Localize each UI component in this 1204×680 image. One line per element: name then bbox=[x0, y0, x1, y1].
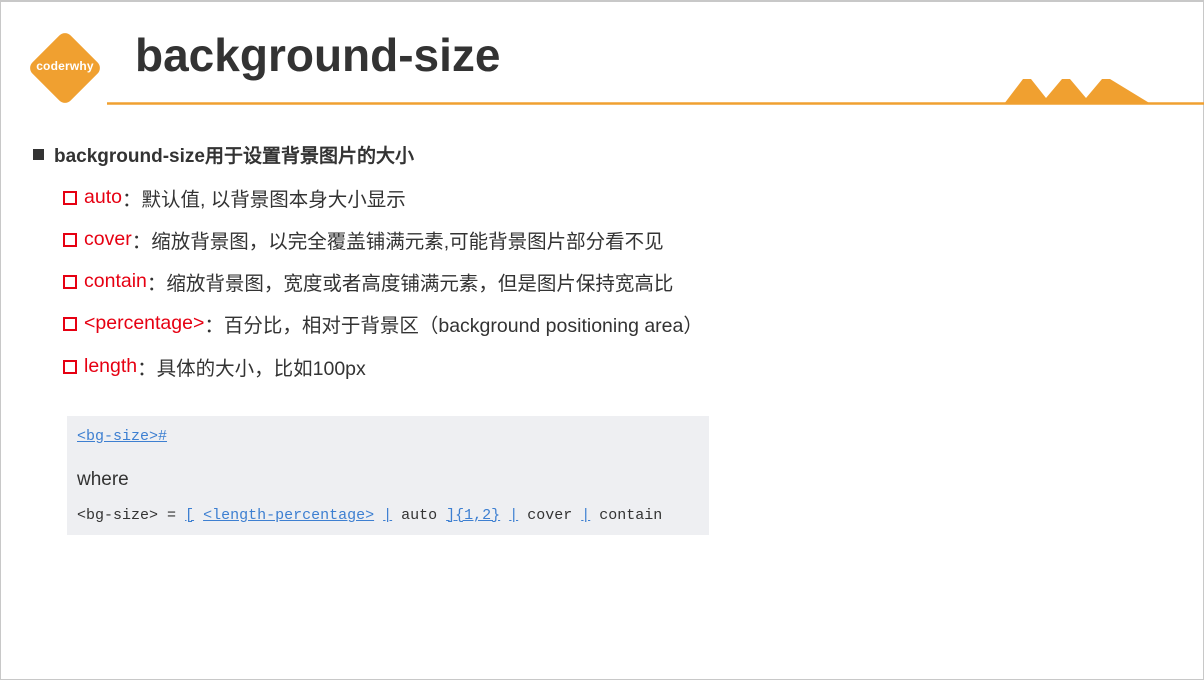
syntax-bar-link[interactable]: | bbox=[383, 507, 392, 524]
syntax-definition: <bg-size> = [ <length-percentage> | auto… bbox=[77, 507, 662, 524]
list-item-auto: auto ：默认值, 以背景图本身大小显示 bbox=[63, 183, 406, 212]
item-description: ：默认值, 以背景图本身大小显示 bbox=[121, 189, 406, 211]
list-item-cover: cover ：缩放背景图，以完全覆盖铺满元素,可能背景图片部分看不见 bbox=[63, 225, 664, 254]
item-keyword: length bbox=[84, 355, 138, 377]
syntax-cover: cover bbox=[518, 507, 582, 524]
syntax-lhs: <bg-size> = bbox=[77, 507, 186, 524]
item-description: ：缩放背景图，宽度或者高度铺满元素，但是图片保持宽高比 bbox=[146, 273, 674, 295]
syntax-auto: auto bbox=[392, 507, 447, 524]
syntax-close-bracket-link[interactable]: ] bbox=[446, 507, 455, 524]
main-bullet-text: background-size用于设置背景图片的大小 bbox=[54, 146, 414, 167]
item-keyword: cover bbox=[84, 228, 132, 250]
syntax-open-bracket-link[interactable]: [ bbox=[185, 507, 194, 524]
square-bullet-icon bbox=[33, 149, 44, 160]
slide: coderwhy background-size background-size… bbox=[0, 0, 1204, 680]
item-description: ：百分比，相对于背景区（background positioning area） bbox=[204, 315, 703, 337]
hollow-square-bullet-icon bbox=[63, 232, 77, 247]
hollow-square-bullet-icon bbox=[63, 316, 77, 331]
item-keyword: contain bbox=[84, 270, 147, 292]
syntax-multiplier-link[interactable]: {1,2} bbox=[455, 507, 500, 524]
main-bullet: background-size用于设置背景图片的大小 bbox=[33, 141, 414, 168]
length-percentage-link[interactable]: <length-percentage> bbox=[203, 507, 374, 524]
syntax-code-panel: <bg-size># where <bg-size> = [ <length-p… bbox=[67, 416, 709, 535]
item-keyword: auto bbox=[84, 186, 122, 208]
hollow-square-bullet-icon bbox=[63, 274, 77, 289]
list-item-length: length ：具体的大小，比如100px bbox=[63, 352, 366, 381]
list-item-contain: contain ：缩放背景图，宽度或者高度铺满元素，但是图片保持宽高比 bbox=[63, 267, 673, 296]
item-description: ：缩放背景图，以完全覆盖铺满元素,可能背景图片部分看不见 bbox=[131, 231, 664, 253]
item-keyword: <percentage> bbox=[84, 312, 205, 334]
bg-size-anchor-link[interactable]: <bg-size># bbox=[77, 428, 167, 445]
syntax-contain: contain bbox=[590, 507, 663, 524]
syntax-bar-link[interactable]: | bbox=[509, 507, 518, 524]
hollow-square-bullet-icon bbox=[63, 190, 77, 205]
list-item-percentage: <percentage> ：百分比，相对于背景区（background posi… bbox=[63, 309, 703, 338]
header-wave-decoration bbox=[107, 79, 1204, 105]
hollow-square-bullet-icon bbox=[63, 359, 77, 374]
where-label: where bbox=[77, 469, 129, 490]
item-description: ：具体的大小，比如100px bbox=[137, 358, 366, 380]
syntax-bar-link[interactable]: | bbox=[581, 507, 590, 524]
